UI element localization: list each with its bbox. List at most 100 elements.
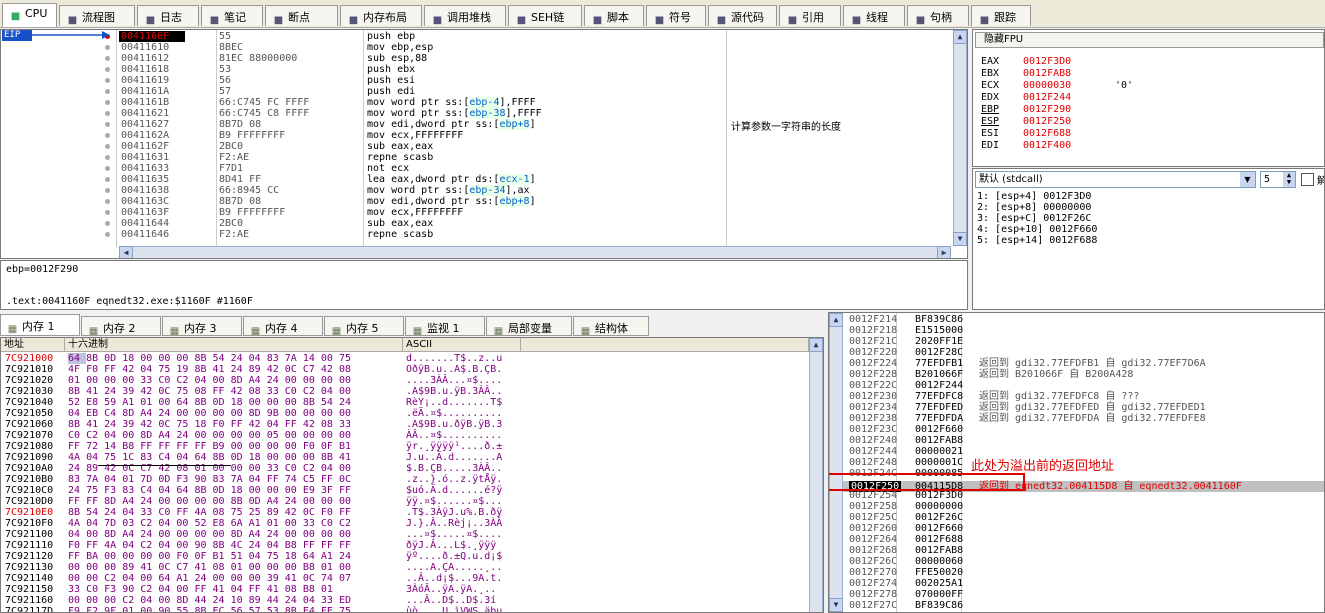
stack-row[interactable]: 0012F23C 0012F660: [843, 424, 1324, 435]
breakpoint-dot-icon[interactable]: [105, 166, 110, 171]
stack-row[interactable]: 0012F274 002025A1: [843, 578, 1324, 589]
register-value[interactable]: 0012F250: [1023, 116, 1071, 128]
dump-row[interactable]: 7C921030 8B 41 24 39 42 0C 75 08 FF 42 08…: [1, 386, 809, 397]
stack-row[interactable]: 0012F27C BF839C86: [843, 600, 1324, 611]
tab-note[interactable]: ■ 笔记: [201, 5, 263, 26]
breakpoint-dot-icon[interactable]: [105, 188, 110, 193]
breakpoint-dot-icon[interactable]: [105, 144, 110, 149]
dump-row[interactable]: 7C921150 33 C0 F3 90 C2 04 00 FF 41 04 FF…: [1, 584, 809, 595]
disasm-row[interactable]: 0041163C 8B7D 08 mov edi,dword ptr ss:[ebp…: [1, 196, 951, 207]
disasm-row[interactable]: 00411618 53 push ebx: [1, 64, 951, 75]
breakpoint-dot-icon[interactable]: [105, 122, 110, 127]
breakpoint-dot-icon[interactable]: [105, 155, 110, 160]
register-value[interactable]: 0012F688: [1023, 128, 1071, 140]
breakpoint-dot-icon[interactable]: [105, 78, 110, 83]
stack-row[interactable]: 0012F240 0012FAB8: [843, 435, 1324, 446]
dump-row[interactable]: 7C921040 52 E8 59 A1 01 00 64 8B 0D 18 00…: [1, 397, 809, 408]
stack-row[interactable]: 0012F214 BF839C86: [843, 314, 1324, 325]
tab-cpu[interactable]: ■ CPU: [2, 3, 57, 27]
dump-row[interactable]: 7C921050 04 EB C4 8D A4 24 00 00 00 00 8D…: [1, 408, 809, 419]
register-row[interactable]: ESI 0012F688: [973, 128, 1313, 140]
register-row[interactable]: ESP 0012F250: [973, 116, 1313, 128]
disasm-row[interactable]: 0041162F 2BC0 sub eax,eax: [1, 141, 951, 152]
breakpoint-dot-icon[interactable]: [105, 210, 110, 215]
dump-row[interactable]: 7C921130 00 00 00 89 41 0C C7 41 08 01 00…: [1, 562, 809, 573]
breakpoint-dot-icon[interactable]: [105, 45, 110, 50]
stack-row[interactable]: 0012F218 E1515000: [843, 325, 1324, 336]
tab-script[interactable]: ■ 脚本: [584, 5, 644, 26]
stack-row[interactable]: 0012F258 00000000: [843, 501, 1324, 512]
breakpoint-dot-icon[interactable]: [105, 232, 110, 237]
tab-log[interactable]: ■ 日志: [137, 5, 199, 26]
disasm-hscrollbar[interactable]: [119, 246, 951, 258]
stack-row[interactable]: 0012F228 B201066F 返回到 B201066F 自 B200A428: [843, 369, 1324, 380]
disasm-row[interactable]: 0041160F 55 push ebp: [1, 31, 951, 42]
disasm-row[interactable]: 00411638 66:8945 CC mov word ptr ss:[ebp-3…: [1, 185, 951, 196]
dump-row[interactable]: 7C921000 64 8B 0D 18 00 00 00 8B 54 24 04…: [1, 353, 809, 364]
dump-row[interactable]: 7C9210E0 8B 54 24 04 33 C0 FF 4A 08 75 25…: [1, 507, 809, 518]
stack-row[interactable]: 0012F224 77EFDFB1 返回到 gdi32.77EFDFB1 自 gdi…: [843, 358, 1324, 369]
register-value[interactable]: 0012F290: [1023, 104, 1071, 116]
stack-row[interactable]: 0012F21C 2020FF1E: [843, 336, 1324, 347]
memory-dump-pane[interactable]: 地址 十六进制 ASCII 7C921000 64 8B 0D 18 00 00 …: [0, 337, 824, 613]
register-row[interactable]: EBX 0012FAB8: [973, 68, 1313, 80]
tab-bottom-7[interactable]: ▦ 结构体: [573, 316, 649, 336]
tab-source[interactable]: ■ 源代码: [708, 5, 777, 26]
breakpoint-dot-icon[interactable]: [105, 100, 110, 105]
stack-row[interactable]: 0012F234 77EFDFED 返回到 gdi32.77EFDFED 自 gdi…: [843, 402, 1324, 413]
tab-breakpoint[interactable]: ■ 断点: [265, 5, 338, 26]
stack-row[interactable]: 0012F230 77EFDFC8 返回到 gdi32.77EFDFC8 自 ???: [843, 391, 1324, 402]
stack-row[interactable]: 0012F260 0012F660: [843, 523, 1324, 534]
stack-pane[interactable]: ▲ ▼ 0012F214 BF839C86 0012F218 E1515000 0012…: [828, 312, 1325, 613]
disasm-row[interactable]: 00411644 2BC0 sub eax,eax: [1, 218, 951, 229]
stack-row[interactable]: 0012F270 FFE50020: [843, 567, 1324, 578]
tab-bottom-6[interactable]: ▦ 局部变量: [486, 316, 572, 336]
register-value[interactable]: 0012F244: [1023, 92, 1071, 104]
tab-memory-map[interactable]: ■ 内存布局: [340, 5, 422, 26]
scroll-right-button[interactable]: ▶: [937, 246, 951, 258]
register-row[interactable]: EDX 0012F244: [973, 92, 1313, 104]
register-value[interactable]: 0012F400: [1023, 140, 1071, 152]
breakpoint-dot-icon[interactable]: [105, 67, 110, 72]
breakpoint-dot-icon[interactable]: [105, 221, 110, 226]
dump-row[interactable]: 7C9210C0 24 75 F3 83 C4 04 64 8B 0D 18 00…: [1, 485, 809, 496]
call-arg-row[interactable]: 3: [esp+C] 0012F26C: [977, 213, 1091, 224]
register-row[interactable]: ECX 00000030 '0': [973, 80, 1313, 92]
disasm-row[interactable]: 0041161A 57 push edi: [1, 86, 951, 97]
dump-row[interactable]: 7C921080 FF 72 14 B8 FF FF FF FF B9 00 00…: [1, 441, 809, 452]
call-arg-row[interactable]: 5: [esp+14] 0012F688: [977, 235, 1097, 246]
disasm-row[interactable]: 00411646 F2:AE repne scasb: [1, 229, 951, 240]
dump-row[interactable]: 7C921120 FF BA 00 00 00 00 F0 0F B1 51 04…: [1, 551, 809, 562]
lock-checkbox[interactable]: [1301, 173, 1314, 186]
disasm-row[interactable]: 00411631 F2:AE repne scasb: [1, 152, 951, 163]
scroll-up-button[interactable]: ▲: [829, 313, 843, 327]
dump-row[interactable]: 7C9210B0 83 7A 04 01 7D 0D F3 90 83 7A 04…: [1, 474, 809, 485]
stack-row[interactable]: 0012F264 0012F688: [843, 534, 1324, 545]
tab-bottom-5[interactable]: ▦ 监视 1: [405, 316, 485, 336]
disasm-row[interactable]: 0041163F B9 FFFFFFFF mov ecx,FFFFFFFF: [1, 207, 951, 218]
tab-trace[interactable]: ■ 跟踪: [971, 5, 1031, 26]
tab-bottom-2[interactable]: ▦ 内存 3: [162, 316, 242, 336]
spinner-icon[interactable]: ▲ ▼: [1283, 172, 1295, 187]
dump-row[interactable]: 7C921110 F0 FF 4A 04 C2 04 00 90 8B 4C 24…: [1, 540, 809, 551]
scroll-down-button[interactable]: ▼: [829, 598, 843, 612]
call-args-pane[interactable]: 默认 (stdcall) ▼ 5 ▲▼ 解 1: [esp+4] 0012F3D…: [972, 168, 1325, 310]
dump-row[interactable]: 7C921070 C0 C2 04 00 8D A4 24 00 00 00 00…: [1, 430, 809, 441]
hide-fpu-button[interactable]: 隐藏FPU: [975, 32, 1324, 48]
stack-row[interactable]: 0012F254 0012F3D0: [843, 490, 1324, 501]
tab-bottom-1[interactable]: ▦ 内存 2: [81, 316, 161, 336]
tab-handle[interactable]: ■ 句柄: [907, 5, 969, 26]
dump-row[interactable]: 7C921020 01 00 00 00 33 C0 C2 04 00 8D A4…: [1, 375, 809, 386]
breakpoint-dot-icon[interactable]: [105, 89, 110, 94]
breakpoint-dot-icon[interactable]: [105, 111, 110, 116]
stack-vscrollbar[interactable]: [829, 313, 843, 612]
register-value[interactable]: 00000030: [1023, 80, 1071, 92]
breakpoint-dot-icon[interactable]: [105, 199, 110, 204]
tab-bottom-3[interactable]: ▦ 内存 4: [243, 316, 323, 336]
dump-vscrollbar[interactable]: [809, 338, 823, 612]
call-arg-row[interactable]: 1: [esp+4] 0012F3D0: [977, 191, 1091, 202]
arg-count-spinner[interactable]: 5 ▲ ▼: [1260, 171, 1296, 188]
dump-row[interactable]: 7C921160 00 00 00 C2 04 00 8D 44 24 10 89…: [1, 595, 809, 606]
tab-bottom-0[interactable]: ▦ 内存 1: [0, 314, 80, 336]
register-row[interactable]: EAX 0012F3D0: [973, 56, 1313, 68]
